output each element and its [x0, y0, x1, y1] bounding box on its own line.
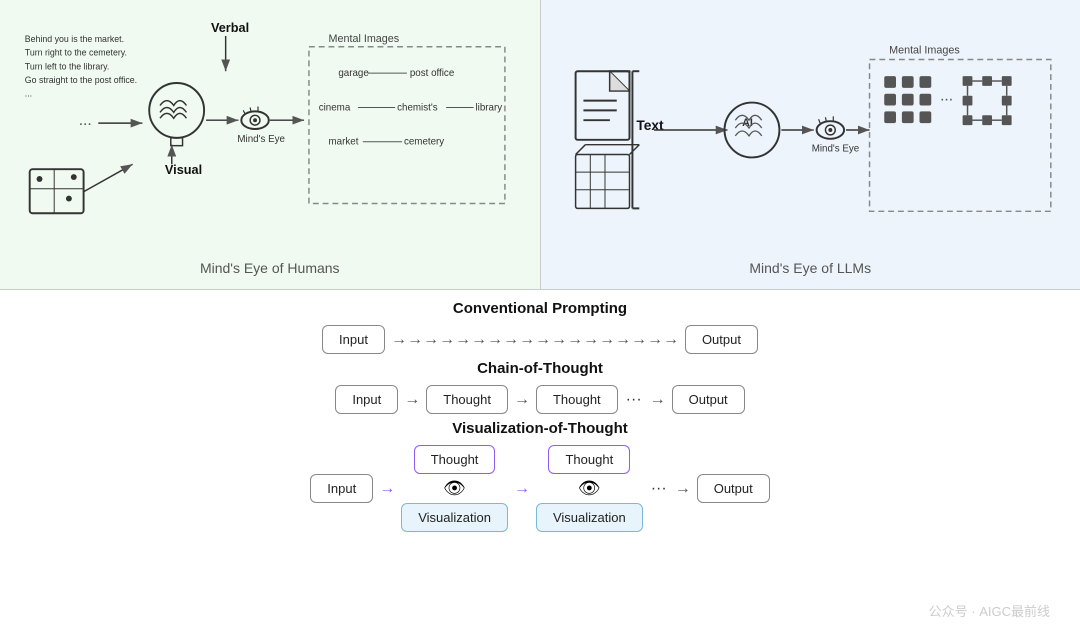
conv-output: Output [685, 325, 758, 354]
svg-text:Go straight to the post office: Go straight to the post office. [25, 75, 137, 85]
cot-flow: Input → Thought → Thought ··· → Output [335, 385, 744, 414]
svg-text:Mind's Eye: Mind's Eye [237, 134, 285, 145]
svg-text:Visual: Visual [165, 162, 202, 177]
vot-block: Visualization-of-Thought Input → Thought… [0, 420, 1080, 532]
vot-eye2: 👁 [578, 478, 601, 499]
vot-dots: ··· [651, 480, 667, 498]
svg-text:Mind's Eye: Mind's Eye [811, 144, 859, 155]
conventional-flow: Input →→→→→→→→→→→→→→→→→→ Output [322, 325, 758, 354]
svg-text:Turn right to the cemetery.: Turn right to the cemetery. [25, 48, 127, 58]
llms-panel: Text AI Mind's Eye [541, 0, 1080, 289]
conventional-prompting-block: Conventional Prompting Input →→→→→→→→→→→… [0, 300, 1080, 354]
vot-thought1: Thought [414, 445, 496, 474]
vot-arrow2: → [514, 480, 530, 498]
conventional-title: Conventional Prompting [453, 300, 627, 317]
top-section: Verbal Behind you is the market. Turn ri… [0, 0, 1080, 290]
humans-panel-title: Mind's Eye of Humans [15, 260, 525, 276]
vot-input: Input [310, 474, 373, 503]
vot-viz2: Visualization [536, 503, 643, 532]
vot-eye1: 👁 [443, 478, 466, 499]
cot-arrow1: → [404, 391, 420, 409]
svg-text:market: market [329, 137, 359, 148]
llms-panel-title: Mind's Eye of LLMs [556, 260, 1066, 276]
cot-output: Output [672, 385, 745, 414]
cot-arrow3: → [650, 391, 666, 409]
llms-diagram: Text AI Mind's Eye [556, 10, 1066, 250]
chain-of-thought-block: Chain-of-Thought Input → Thought → Thoug… [0, 360, 1080, 414]
svg-text:Text: Text [636, 118, 664, 133]
svg-text:chemist's: chemist's [397, 102, 438, 113]
vot-thought2: Thought [548, 445, 630, 474]
vot-viz1: Visualization [401, 503, 508, 532]
svg-text:Verbal: Verbal [211, 20, 249, 35]
svg-text:Behind you is the market.: Behind you is the market. [25, 34, 124, 44]
vot-title: Visualization-of-Thought [452, 420, 628, 437]
vot-thought1-col: Thought 👁 Visualization [401, 445, 508, 532]
svg-text:...: ... [940, 88, 953, 105]
vot-output: Output [697, 474, 770, 503]
vot-thought2-col: Thought 👁 Visualization [536, 445, 643, 532]
humans-diagram: Verbal Behind you is the market. Turn ri… [15, 10, 525, 250]
svg-text:post office: post office [410, 68, 454, 79]
vot-arrow3: → [675, 480, 691, 498]
svg-text:cemetery: cemetery [404, 137, 444, 148]
humans-panel: Verbal Behind you is the market. Turn ri… [0, 0, 541, 289]
cot-arrow2: → [514, 391, 530, 409]
conv-arrow1: →→→→→→→→→→→→→→→→→→ [391, 331, 679, 349]
svg-text:...: ... [79, 112, 92, 129]
cot-dots: ··· [626, 391, 642, 409]
svg-text:library: library [476, 102, 503, 113]
svg-text:...: ... [25, 89, 32, 99]
svg-text:garage: garage [338, 68, 368, 79]
cot-thought2: Thought [536, 385, 618, 414]
cot-thought1: Thought [426, 385, 508, 414]
conv-input: Input [322, 325, 385, 354]
svg-text:Mental Images: Mental Images [889, 45, 960, 57]
svg-text:Turn left to the library.: Turn left to the library. [25, 61, 110, 71]
bottom-section: Conventional Prompting Input →→→→→→→→→→→… [0, 290, 1080, 630]
vot-flow: Input → Thought 👁 Visualization → Though… [310, 445, 769, 532]
watermark: 公众号 · AIGC最前线 [929, 601, 1050, 620]
cot-title: Chain-of-Thought [477, 360, 603, 377]
vot-arrow1: → [379, 480, 395, 498]
svg-text:Mental Images: Mental Images [329, 33, 400, 45]
svg-text:cinema: cinema [319, 102, 351, 113]
cot-input: Input [335, 385, 398, 414]
